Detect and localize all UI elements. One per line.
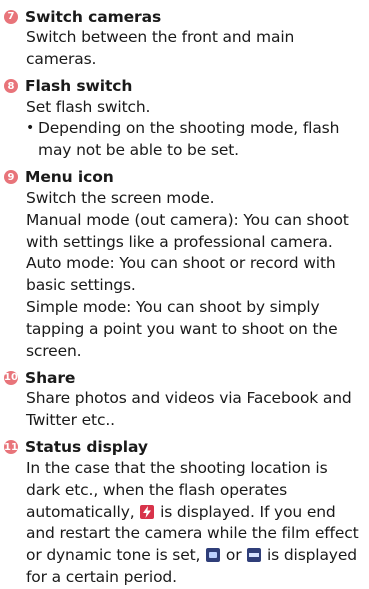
bullet-text: Depending on the shooting mode, flash ma…	[38, 119, 340, 160]
description-text: or	[225, 546, 242, 565]
number-badge: 10	[4, 370, 18, 385]
item-title: Share	[25, 368, 76, 387]
item-share: 10 Share Share photos and videos via Fac…	[4, 367, 363, 432]
description-line: Manual mode (out camera): You can shoot …	[26, 210, 349, 251]
description-line: Share photos and videos via Facebook and…	[26, 389, 352, 430]
item-heading: 10 Share	[4, 367, 363, 388]
description-line: Switch between the front and main camera…	[26, 28, 295, 68]
item-heading: 8 Flash switch	[4, 76, 363, 97]
dynamic-tone-icon	[247, 548, 262, 563]
number-badge: 11	[4, 440, 18, 455]
flash-auto-icon	[140, 504, 155, 519]
bullet-dot-icon: •	[26, 120, 35, 137]
description-line: Set flash switch.	[26, 97, 151, 116]
number-badge: 7	[4, 9, 18, 24]
item-description: Set flash switch. • Depending on the sho…	[4, 97, 363, 162]
item-title: Flash switch	[25, 77, 133, 96]
number-badge: 8	[4, 79, 18, 94]
number-badge: 9	[4, 170, 18, 185]
item-flash-switch: 8 Flash switch Set flash switch. • Depen…	[4, 76, 363, 162]
item-description: Share photos and videos via Facebook and…	[4, 388, 363, 432]
item-description: In the case that the shooting location i…	[4, 458, 363, 589]
item-title: Menu icon	[25, 168, 114, 187]
item-heading: 9 Menu icon	[4, 167, 363, 188]
item-heading: 7 Switch cameras	[4, 6, 363, 27]
description-line: Auto mode: You can shoot or record with …	[26, 254, 336, 295]
description-line: Simple mode: You can shoot by simply tap…	[26, 297, 338, 360]
film-effect-icon	[206, 548, 221, 563]
manual-page: 7 Switch cameras Switch between the fron…	[0, 0, 369, 586]
item-description: Switch the screen mode. Manual mode (out…	[4, 188, 363, 362]
item-heading: 11 Status display	[4, 437, 363, 458]
item-status-display: 11 Status display In the case that the s…	[4, 437, 363, 589]
description-line: Switch the screen mode.	[26, 188, 215, 207]
item-title: Switch cameras	[25, 7, 162, 26]
item-switch-cameras: 7 Switch cameras Switch between the fron…	[4, 6, 363, 71]
item-menu-icon: 9 Menu icon Switch the screen mode. Manu…	[4, 167, 363, 362]
item-title: Status display	[25, 438, 148, 457]
item-description: Switch between the front and main camera…	[4, 27, 363, 71]
bullet-note: • Depending on the shooting mode, flash …	[26, 118, 363, 162]
